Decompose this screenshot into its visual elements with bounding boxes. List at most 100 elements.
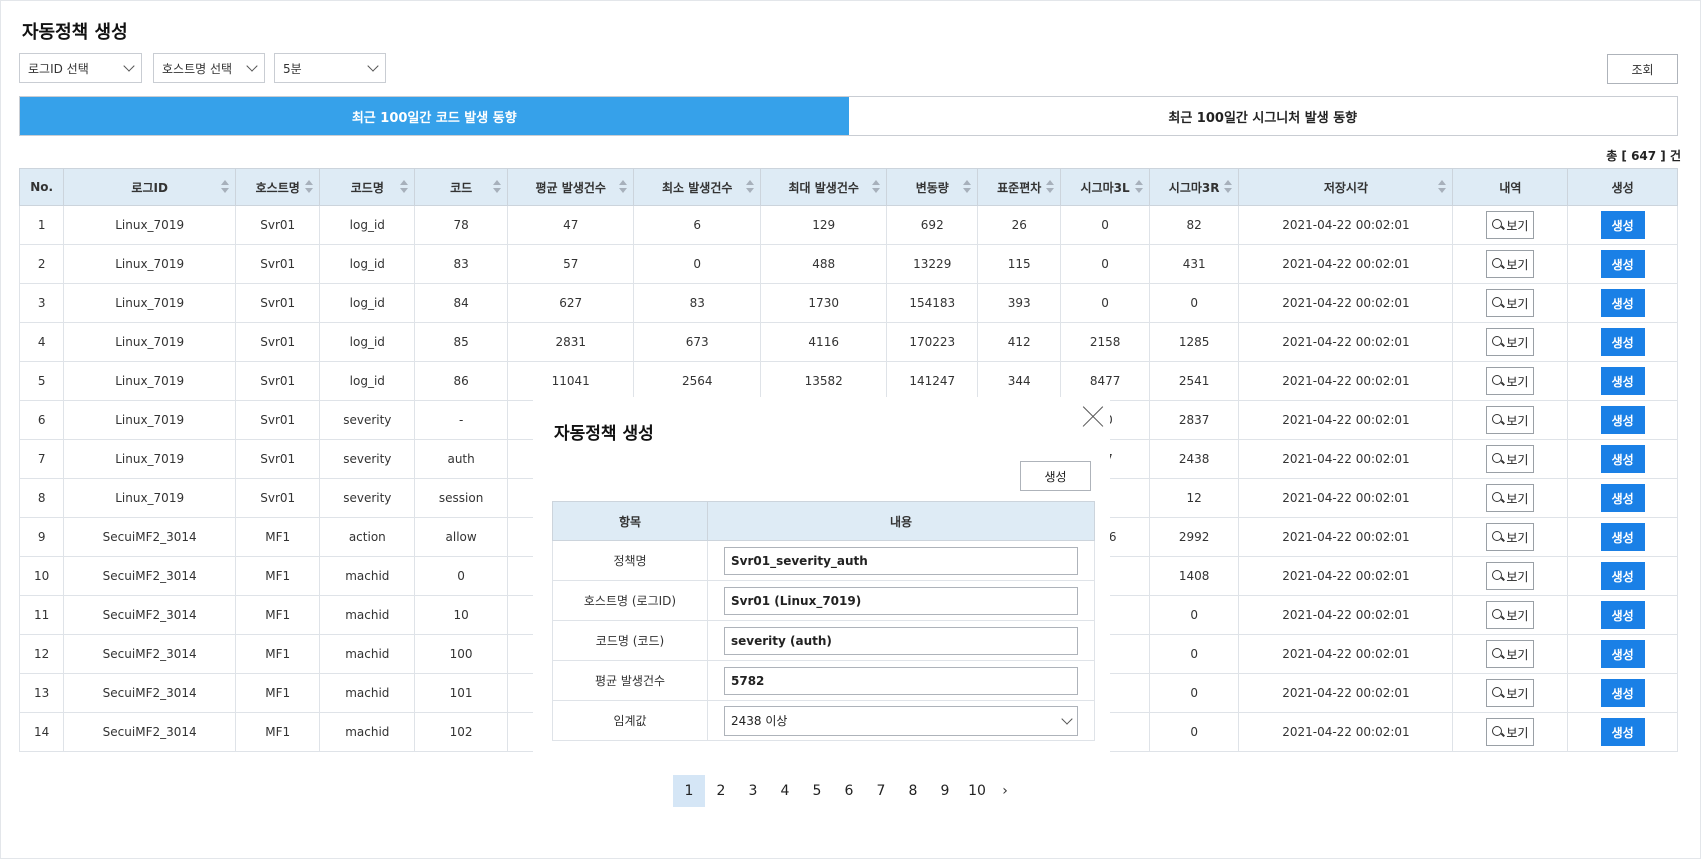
- column-header[interactable]: 시그마3R: [1148, 168, 1240, 206]
- create-button[interactable]: 생성: [1600, 406, 1645, 434]
- page-link-1[interactable]: 1: [673, 775, 705, 807]
- column-header[interactable]: 변동량: [886, 168, 979, 206]
- table-cell: 3: [18, 283, 65, 323]
- view-button[interactable]: 보기: [1486, 445, 1535, 473]
- page-link-9[interactable]: 9: [929, 775, 961, 807]
- table-cell: SecuiMF2_3014: [63, 595, 237, 635]
- sort-icon[interactable]: [221, 180, 230, 193]
- column-header[interactable]: 시그마3L: [1060, 168, 1150, 206]
- view-button[interactable]: 보기: [1486, 211, 1535, 239]
- create-button[interactable]: 생성: [1600, 523, 1645, 551]
- view-button[interactable]: 보기: [1486, 562, 1535, 590]
- sort-icon[interactable]: [400, 180, 409, 193]
- page-link-3[interactable]: 3: [737, 775, 769, 807]
- create-button[interactable]: 생성: [1600, 289, 1645, 317]
- table-row: 4 Linux_7019 Svr01 log_id 85 2831 673 4116 17022…: [18, 322, 1678, 362]
- create-button[interactable]: 생성: [1600, 679, 1645, 707]
- table-cell: 10: [414, 595, 508, 635]
- column-header[interactable]: 코드명: [319, 168, 416, 206]
- modal-field-input[interactable]: Svr01_severity_auth: [724, 546, 1078, 575]
- table-cell: Linux_7019: [63, 205, 237, 245]
- table-cell: 83: [414, 244, 508, 284]
- page-link-6[interactable]: 6: [833, 775, 865, 807]
- threshold-label: 임계값: [552, 700, 708, 741]
- modal-field-input[interactable]: Svr01 (Linux_7019): [724, 586, 1078, 615]
- create-button[interactable]: 생성: [1600, 718, 1645, 746]
- view-button[interactable]: 보기: [1486, 679, 1535, 707]
- sort-icon[interactable]: [745, 180, 754, 193]
- create-button[interactable]: 생성: [1600, 367, 1645, 395]
- view-button[interactable]: 보기: [1486, 523, 1535, 551]
- create-button[interactable]: 생성: [1600, 250, 1645, 278]
- sort-icon[interactable]: [963, 180, 972, 193]
- column-header[interactable]: 최대 발생건수: [759, 168, 888, 206]
- host-select-label: 호스트명 선택: [162, 61, 233, 76]
- table-cell: severity: [319, 478, 416, 518]
- view-button[interactable]: 보기: [1486, 718, 1535, 746]
- table-cell: 2831: [506, 322, 635, 362]
- tab-signature-trend[interactable]: 최근 100일간 시그니처 발생 동향: [848, 97, 1677, 135]
- page-link-8[interactable]: 8: [897, 775, 929, 807]
- modal-create-button[interactable]: 생성: [1020, 461, 1091, 491]
- table-cell: 보기: [1452, 361, 1569, 401]
- pagination: 1 2 3 4 5 6 7 8 9 10 ›: [673, 775, 1017, 807]
- page-link-2[interactable]: 2: [705, 775, 737, 807]
- view-button[interactable]: 보기: [1486, 484, 1535, 512]
- log-id-select[interactable]: 로그ID 선택: [19, 53, 142, 83]
- modal-field-input[interactable]: severity (auth): [724, 626, 1078, 655]
- create-button[interactable]: 생성: [1600, 211, 1645, 239]
- close-icon[interactable]: [1081, 405, 1105, 429]
- create-button[interactable]: 생성: [1600, 484, 1645, 512]
- search-button[interactable]: 조회: [1607, 54, 1678, 84]
- interval-select-label: 5분: [283, 61, 302, 76]
- sort-icon[interactable]: [1438, 180, 1447, 193]
- view-button[interactable]: 보기: [1486, 289, 1535, 317]
- table-cell: log_id: [319, 322, 416, 362]
- tab-code-trend[interactable]: 최근 100일간 코드 발생 동향: [20, 97, 849, 135]
- host-select[interactable]: 호스트명 선택: [153, 53, 265, 83]
- table-cell: 86: [414, 361, 508, 401]
- column-header[interactable]: 호스트명: [235, 168, 321, 206]
- view-button[interactable]: 보기: [1486, 328, 1535, 356]
- column-header[interactable]: 저장시각: [1238, 168, 1454, 206]
- table-cell: 488: [759, 244, 888, 284]
- view-button[interactable]: 보기: [1486, 250, 1535, 278]
- table-cell: 0: [1060, 205, 1150, 245]
- column-header[interactable]: 로그ID: [63, 168, 237, 206]
- create-button[interactable]: 생성: [1600, 562, 1645, 590]
- table-cell: machid: [319, 673, 416, 713]
- view-button[interactable]: 보기: [1486, 367, 1535, 395]
- threshold-select[interactable]: 2438 이상: [724, 705, 1078, 736]
- table-cell: 생성: [1567, 361, 1678, 401]
- interval-select[interactable]: 5분: [274, 53, 386, 83]
- create-button[interactable]: 생성: [1600, 640, 1645, 668]
- page-link-10[interactable]: 10: [961, 775, 993, 807]
- view-button[interactable]: 보기: [1486, 640, 1535, 668]
- page-link-4[interactable]: 4: [769, 775, 801, 807]
- table-cell: log_id: [319, 244, 416, 284]
- create-button[interactable]: 생성: [1600, 601, 1645, 629]
- column-header[interactable]: 표준편차: [977, 168, 1062, 206]
- column-header[interactable]: 평균 발생건수: [506, 168, 635, 206]
- view-button[interactable]: 보기: [1486, 601, 1535, 629]
- search-icon: [1492, 492, 1504, 504]
- sort-icon[interactable]: [1134, 180, 1143, 193]
- sort-icon[interactable]: [1224, 180, 1233, 193]
- sort-icon[interactable]: [619, 180, 628, 193]
- sort-icon[interactable]: [492, 180, 501, 193]
- sort-icon[interactable]: [1046, 180, 1055, 193]
- modal-field-input[interactable]: 5782: [724, 666, 1078, 695]
- table-cell: Svr01: [235, 478, 321, 518]
- page-link-5[interactable]: 5: [801, 775, 833, 807]
- chevron-right-icon[interactable]: ›: [993, 775, 1017, 807]
- page-link-7[interactable]: 7: [865, 775, 897, 807]
- sort-icon[interactable]: [872, 180, 881, 193]
- sort-icon[interactable]: [305, 180, 314, 193]
- column-header[interactable]: 최소 발생건수: [633, 168, 761, 206]
- create-button[interactable]: 생성: [1600, 328, 1645, 356]
- table-cell: 412: [977, 322, 1062, 362]
- create-button[interactable]: 생성: [1600, 445, 1645, 473]
- view-button[interactable]: 보기: [1486, 406, 1535, 434]
- column-header[interactable]: 코드: [414, 168, 508, 206]
- table-cell: 0: [1148, 712, 1240, 752]
